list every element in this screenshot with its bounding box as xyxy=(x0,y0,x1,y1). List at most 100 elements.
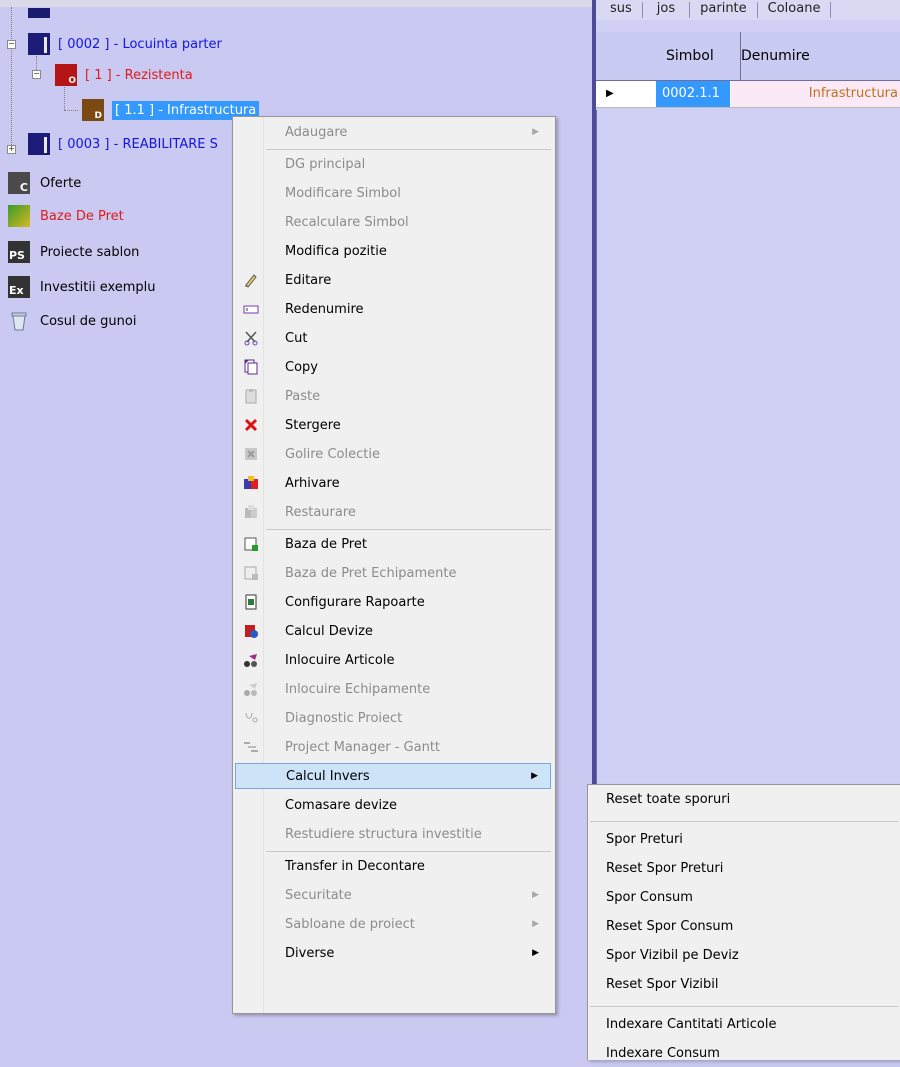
menu-item-restudiere-structura-investitie[interactable]: Restudiere structura investitie xyxy=(235,821,551,847)
menu-item-label: Golire Colectie xyxy=(285,446,380,462)
menu-item-label: Calcul Devize xyxy=(285,623,373,639)
submenu-item-reset-spor-consum[interactable]: Reset Spor Consum xyxy=(606,914,733,940)
move-down-button[interactable]: jos xyxy=(643,2,691,18)
diagnostic-icon xyxy=(241,709,261,727)
menu-item-label: Stergere xyxy=(285,417,341,433)
root-item-baze-de-pret[interactable]: Baze De Pret xyxy=(8,205,124,227)
menu-item-label: Comasare devize xyxy=(285,797,397,813)
menu-item-label: Cut xyxy=(285,330,308,346)
example-investments-icon: Ex xyxy=(8,276,30,298)
menu-item-label: Adaugare xyxy=(285,124,348,140)
tree-node-rezistenta[interactable]: O [ 1 ] - Rezistenta xyxy=(55,63,193,87)
menu-item-diverse[interactable]: Diverse ▶ xyxy=(235,940,551,966)
empty-collection-icon xyxy=(241,445,261,463)
cell-denumire[interactable]: Infrastructura xyxy=(731,81,900,107)
root-item-investitii-exemplu[interactable]: Ex Investitii exemplu xyxy=(8,276,156,298)
tree-line xyxy=(64,84,65,110)
columns-button[interactable]: Coloane xyxy=(758,2,832,18)
menu-item-golire-colectie[interactable]: Golire Colectie xyxy=(235,441,551,467)
menu-item-modificare-simbol[interactable]: Modificare Simbol xyxy=(235,180,551,206)
menu-item-calcul-devize[interactable]: Calcul Devize xyxy=(235,618,551,644)
menu-item-transfer-in-decontare[interactable]: Transfer in Decontare xyxy=(235,853,551,879)
deviz-icon-letter: D xyxy=(94,111,102,121)
menu-item-baza-de-pret[interactable]: Baza de Pret xyxy=(235,531,551,557)
scissors-icon xyxy=(241,329,261,347)
menu-item-stergere[interactable]: Stergere xyxy=(235,412,551,438)
grid-header: Simbol Denumire xyxy=(596,32,900,81)
menu-item-label: Sabloane de proiect xyxy=(285,916,415,932)
submenu-item-reset-spor-vizibil[interactable]: Reset Spor Vizibil xyxy=(606,972,719,998)
menu-item-label: Redenumire xyxy=(285,301,364,317)
menu-item-baza-de-pret-echipamente[interactable]: Baza de Pret Echipamente xyxy=(235,560,551,586)
offers-icon: C xyxy=(8,172,30,194)
menu-item-dg-principal[interactable]: DG principal xyxy=(235,151,551,177)
menu-icon-slot xyxy=(241,944,261,962)
root-item-label: Baze De Pret xyxy=(40,208,124,224)
menu-item-recalculare-simbol[interactable]: Recalculare Simbol xyxy=(235,209,551,235)
menu-item-copy[interactable]: Copy xyxy=(235,354,551,380)
root-item-cosul-de-gunoi[interactable]: Cosul de gunoi xyxy=(8,310,136,332)
offers-icon-letter: C xyxy=(19,181,28,194)
menu-item-label: DG principal xyxy=(285,156,366,172)
recycle-bin-icon xyxy=(8,310,30,332)
menu-item-sabloane-de-proiect[interactable]: Sabloane de proiect ▶ xyxy=(235,911,551,937)
menu-item-label: Baza de Pret Echipamente xyxy=(285,565,457,581)
root-item-label: Oferte xyxy=(40,175,82,191)
menu-item-calcul-invers[interactable]: Calcul Invers ▶ xyxy=(235,763,551,789)
submenu-item-indexare-consum[interactable]: Indexare Consum xyxy=(606,1041,720,1067)
submenu-item-spor-consum[interactable]: Spor Consum xyxy=(606,885,693,911)
submenu-item-spor-vizibil-pe-deviz[interactable]: Spor Vizibil pe Deviz xyxy=(606,943,739,969)
submenu-item-spor-preturi[interactable]: Spor Preturi xyxy=(606,827,683,853)
root-item-proiecte-sablon[interactable]: PS Proiecte sablon xyxy=(8,241,139,263)
cell-simbol[interactable]: 0002.1.1 xyxy=(656,81,730,107)
menu-item-arhivare[interactable]: Arhivare xyxy=(235,470,551,496)
menu-item-project-manager-gantt[interactable]: Project Manager - Gantt xyxy=(235,734,551,760)
menu-item-editare[interactable]: Editare xyxy=(235,267,551,293)
tree-node-0002[interactable]: [ 0002 ] - Locuinta parter xyxy=(28,32,222,56)
menu-item-inlocuire-echipamente[interactable]: Inlocuire Echipamente xyxy=(235,676,551,702)
menu-item-label: Baza de Pret xyxy=(285,536,367,552)
submenu-item-reset-toate-sporuri[interactable]: Reset toate sporuri xyxy=(606,787,730,813)
submenu-item-indexare-cantitati-articole[interactable]: Indexare Cantitati Articole xyxy=(606,1012,777,1038)
menu-item-label: Configurare Rapoarte xyxy=(285,594,425,610)
menu-item-comasare-devize[interactable]: Comasare devize xyxy=(235,792,551,818)
menu-item-configurare-rapoarte[interactable]: Configurare Rapoarte xyxy=(235,589,551,615)
column-header-simbol[interactable]: Simbol xyxy=(656,32,741,80)
submenu-separator xyxy=(590,1006,898,1007)
menu-item-modifica-pozitie[interactable]: Modifica pozitie xyxy=(235,238,551,264)
tree-node-0003[interactable]: [ 0003 ] - REABILITARE S xyxy=(28,132,218,156)
replace-equipment-icon xyxy=(241,680,261,698)
parent-button[interactable]: parinte xyxy=(690,2,758,18)
move-up-button[interactable]: sus xyxy=(596,2,643,18)
example-icon-letters: Ex xyxy=(9,284,24,297)
root-item-oferte[interactable]: C Oferte xyxy=(8,172,81,194)
calculate-icon xyxy=(241,622,261,640)
table-row[interactable]: ▶ 0002.1.1 Infrastructura xyxy=(596,81,900,108)
menu-item-paste[interactable]: Paste xyxy=(235,383,551,409)
submenu-arrow-icon: ▶ xyxy=(532,948,539,958)
menu-icon-slot xyxy=(241,886,261,904)
root-item-label: Investitii exemplu xyxy=(40,279,156,295)
tree-line xyxy=(11,7,12,147)
archive-icon xyxy=(241,474,261,492)
template-icon-letters: PS xyxy=(9,249,25,262)
menu-item-cut[interactable]: Cut xyxy=(235,325,551,351)
submenu-item-reset-spor-preturi[interactable]: Reset Spor Preturi xyxy=(606,856,723,882)
expand-toggle[interactable]: − xyxy=(7,40,16,49)
root-item-label: Proiecte sablon xyxy=(40,244,140,260)
expand-toggle[interactable]: + xyxy=(7,145,16,154)
expand-toggle[interactable]: − xyxy=(32,70,41,79)
menu-item-label: Inlocuire Echipamente xyxy=(285,681,431,697)
menu-item-diagnostic-proiect[interactable]: Diagnostic Proiect xyxy=(235,705,551,731)
menu-item-label: Inlocuire Articole xyxy=(285,652,395,668)
column-header-denumire[interactable]: Denumire xyxy=(731,32,900,80)
menu-item-restaurare[interactable]: Restaurare xyxy=(235,499,551,525)
menu-item-redenumire[interactable]: Redenumire xyxy=(235,296,551,322)
menu-item-label: Calcul Invers xyxy=(286,768,370,784)
copy-icon xyxy=(241,358,261,376)
menu-item-adaugare[interactable]: Adaugare ▶ xyxy=(235,119,551,145)
menu-icon-slot xyxy=(241,213,261,231)
calcul-invers-submenu: Reset toate sporuri Spor Preturi Reset Spo… xyxy=(587,784,900,1061)
menu-item-inlocuire-articole[interactable]: Inlocuire Articole xyxy=(235,647,551,673)
menu-item-securitate[interactable]: Securitate ▶ xyxy=(235,882,551,908)
